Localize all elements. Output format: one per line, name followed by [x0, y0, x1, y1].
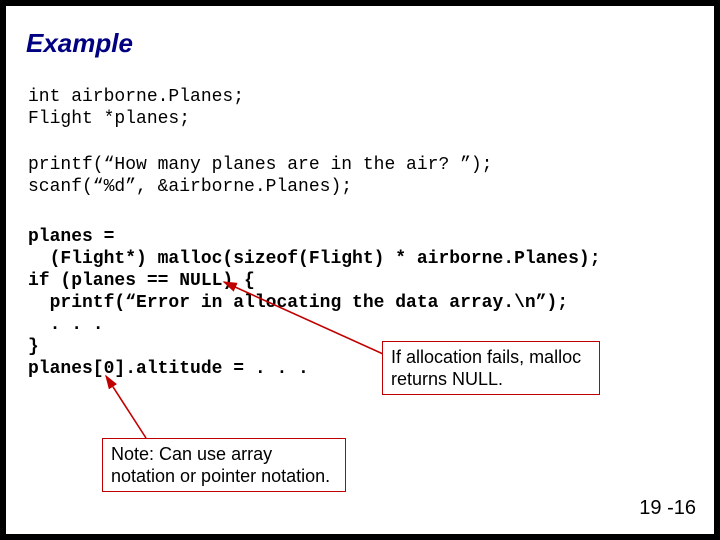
slide-title: Example: [26, 28, 133, 59]
page-number: 19 -16: [639, 497, 696, 520]
code-io: printf(“How many planes are in the air? …: [28, 154, 492, 198]
callout-malloc-null: If allocation fails, malloc returns NULL…: [382, 341, 600, 395]
slide: Example int airborne.Planes; Flight *pla…: [6, 6, 714, 534]
code-declarations: int airborne.Planes; Flight *planes;: [28, 86, 244, 130]
callout-notation: Note: Can use array notation or pointer …: [102, 438, 346, 492]
